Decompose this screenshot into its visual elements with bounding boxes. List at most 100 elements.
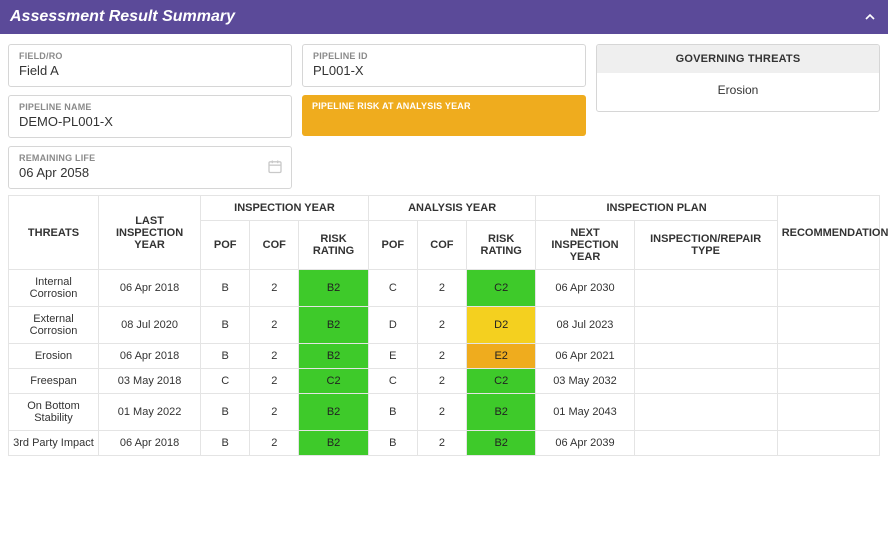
cell-iy-risk-rating: B2 xyxy=(299,270,369,307)
assessment-table: THREATS LAST INSPECTION YEAR INSPECTION … xyxy=(8,195,880,456)
cell-iy-risk-rating: C2 xyxy=(299,369,369,394)
cell-iy-cof: 2 xyxy=(250,369,299,394)
cell-iy-risk-rating: B2 xyxy=(299,344,369,369)
cell-last-inspection: 06 Apr 2018 xyxy=(98,344,200,369)
col-next-inspection: NEXT INSPECTION YEAR xyxy=(536,221,634,270)
cell-iy-pof: B xyxy=(201,394,250,431)
cell-iy-risk-rating: B2 xyxy=(299,394,369,431)
governing-threats-card: GOVERNING THREATS Erosion xyxy=(596,44,880,112)
field-value: DEMO-PL001-X xyxy=(19,114,281,129)
table-row: 3rd Party Impact06 Apr 2018B2B2B2B206 Ap… xyxy=(9,431,880,456)
cell-threat: Erosion xyxy=(9,344,99,369)
chevron-up-icon[interactable] xyxy=(862,9,878,25)
cell-ay-risk-rating: C2 xyxy=(466,270,536,307)
cell-inspection-repair-type xyxy=(634,344,777,369)
col-ay-cof: COF xyxy=(417,221,466,270)
field-value: PL001-X xyxy=(313,63,575,78)
field-ro: FIELD/RO Field A xyxy=(8,44,292,87)
field-value: 06 Apr 2058 xyxy=(19,165,281,180)
cell-last-inspection: 08 Jul 2020 xyxy=(98,307,200,344)
cell-inspection-repair-type xyxy=(634,270,777,307)
cell-threat: 3rd Party Impact xyxy=(9,431,99,456)
cell-threat: Freespan xyxy=(9,369,99,394)
cell-ay-cof: 2 xyxy=(417,394,466,431)
cell-ay-risk-rating: D2 xyxy=(466,307,536,344)
pipeline-name: PIPELINE NAME DEMO-PL001-X xyxy=(8,95,292,138)
cell-last-inspection: 06 Apr 2018 xyxy=(98,431,200,456)
cell-last-inspection: 06 Apr 2018 xyxy=(98,270,200,307)
cell-iy-cof: 2 xyxy=(250,431,299,456)
cell-ay-pof: D xyxy=(368,307,417,344)
cell-inspection-repair-type xyxy=(634,394,777,431)
cell-next-inspection: 06 Apr 2030 xyxy=(536,270,634,307)
table-row: Internal Corrosion06 Apr 2018B2B2C2C206 … xyxy=(9,270,880,307)
cell-ay-cof: 2 xyxy=(417,307,466,344)
cell-ay-risk-rating: E2 xyxy=(466,344,536,369)
cell-iy-cof: 2 xyxy=(250,344,299,369)
cell-recommendation xyxy=(777,344,879,369)
cell-ay-risk-rating: B2 xyxy=(466,431,536,456)
cell-last-inspection: 03 May 2018 xyxy=(98,369,200,394)
col-iy-pof: POF xyxy=(201,221,250,270)
panel-header[interactable]: Assessment Result Summary xyxy=(0,0,888,34)
cell-ay-pof: C xyxy=(368,369,417,394)
cell-inspection-repair-type xyxy=(634,307,777,344)
col-recommendation: RECOMMENDATION xyxy=(777,196,879,270)
cell-next-inspection: 06 Apr 2021 xyxy=(536,344,634,369)
cell-ay-cof: 2 xyxy=(417,270,466,307)
cell-iy-pof: B xyxy=(201,344,250,369)
cell-threat: On Bottom Stability xyxy=(9,394,99,431)
assessment-table-wrap: THREATS LAST INSPECTION YEAR INSPECTION … xyxy=(0,195,888,466)
pipeline-id: PIPELINE ID PL001-X xyxy=(302,44,586,87)
governing-threats-value: Erosion xyxy=(597,73,879,111)
cell-ay-risk-rating: B2 xyxy=(466,394,536,431)
cell-iy-pof: B xyxy=(201,270,250,307)
cell-ay-pof: B xyxy=(368,431,417,456)
col-iy-cof: COF xyxy=(250,221,299,270)
cell-recommendation xyxy=(777,431,879,456)
cell-next-inspection: 08 Jul 2023 xyxy=(536,307,634,344)
col-threats: THREATS xyxy=(9,196,99,270)
cell-iy-cof: 2 xyxy=(250,394,299,431)
panel-title: Assessment Result Summary xyxy=(10,8,235,26)
col-ay-pof: POF xyxy=(368,221,417,270)
cell-ay-pof: B xyxy=(368,394,417,431)
cell-iy-cof: 2 xyxy=(250,307,299,344)
governing-threats-header: GOVERNING THREATS xyxy=(597,45,879,73)
cell-ay-risk-rating: C2 xyxy=(466,369,536,394)
cell-last-inspection: 01 May 2022 xyxy=(98,394,200,431)
cell-recommendation xyxy=(777,307,879,344)
col-inspection-year: INSPECTION YEAR xyxy=(201,196,369,221)
cell-recommendation xyxy=(777,270,879,307)
col-iy-rr: RISK RATING xyxy=(299,221,369,270)
cell-ay-cof: 2 xyxy=(417,344,466,369)
table-header: THREATS LAST INSPECTION YEAR INSPECTION … xyxy=(9,196,880,270)
summary-fields: FIELD/RO Field A PIPELINE NAME DEMO-PL00… xyxy=(0,34,888,195)
remaining-life[interactable]: REMAINING LIFE 06 Apr 2058 xyxy=(8,146,292,189)
cell-ay-cof: 2 xyxy=(417,369,466,394)
cell-iy-risk-rating: B2 xyxy=(299,431,369,456)
cell-iy-pof: B xyxy=(201,307,250,344)
col-last-inspection: LAST INSPECTION YEAR xyxy=(98,196,200,270)
col-inspection-plan: INSPECTION PLAN xyxy=(536,196,777,221)
cell-iy-pof: C xyxy=(201,369,250,394)
cell-ay-pof: C xyxy=(368,270,417,307)
cell-inspection-repair-type xyxy=(634,431,777,456)
cell-recommendation xyxy=(777,369,879,394)
cell-next-inspection: 06 Apr 2039 xyxy=(536,431,634,456)
calendar-icon[interactable] xyxy=(267,158,283,177)
col-inspection-repair-type: INSPECTION/REPAIR TYPE xyxy=(634,221,777,270)
cell-next-inspection: 03 May 2032 xyxy=(536,369,634,394)
col-analysis-year: ANALYSIS YEAR xyxy=(368,196,536,221)
field-value: Field A xyxy=(19,63,281,78)
cell-ay-cof: 2 xyxy=(417,431,466,456)
table-row: External Corrosion08 Jul 2020B2B2D2D208 … xyxy=(9,307,880,344)
field-label: REMAINING LIFE xyxy=(19,153,281,163)
cell-iy-pof: B xyxy=(201,431,250,456)
cell-threat: External Corrosion xyxy=(9,307,99,344)
cell-inspection-repair-type xyxy=(634,369,777,394)
cell-threat: Internal Corrosion xyxy=(9,270,99,307)
cell-next-inspection: 01 May 2043 xyxy=(536,394,634,431)
field-label: PIPELINE RISK AT ANALYSIS YEAR xyxy=(312,101,576,111)
cell-recommendation xyxy=(777,394,879,431)
